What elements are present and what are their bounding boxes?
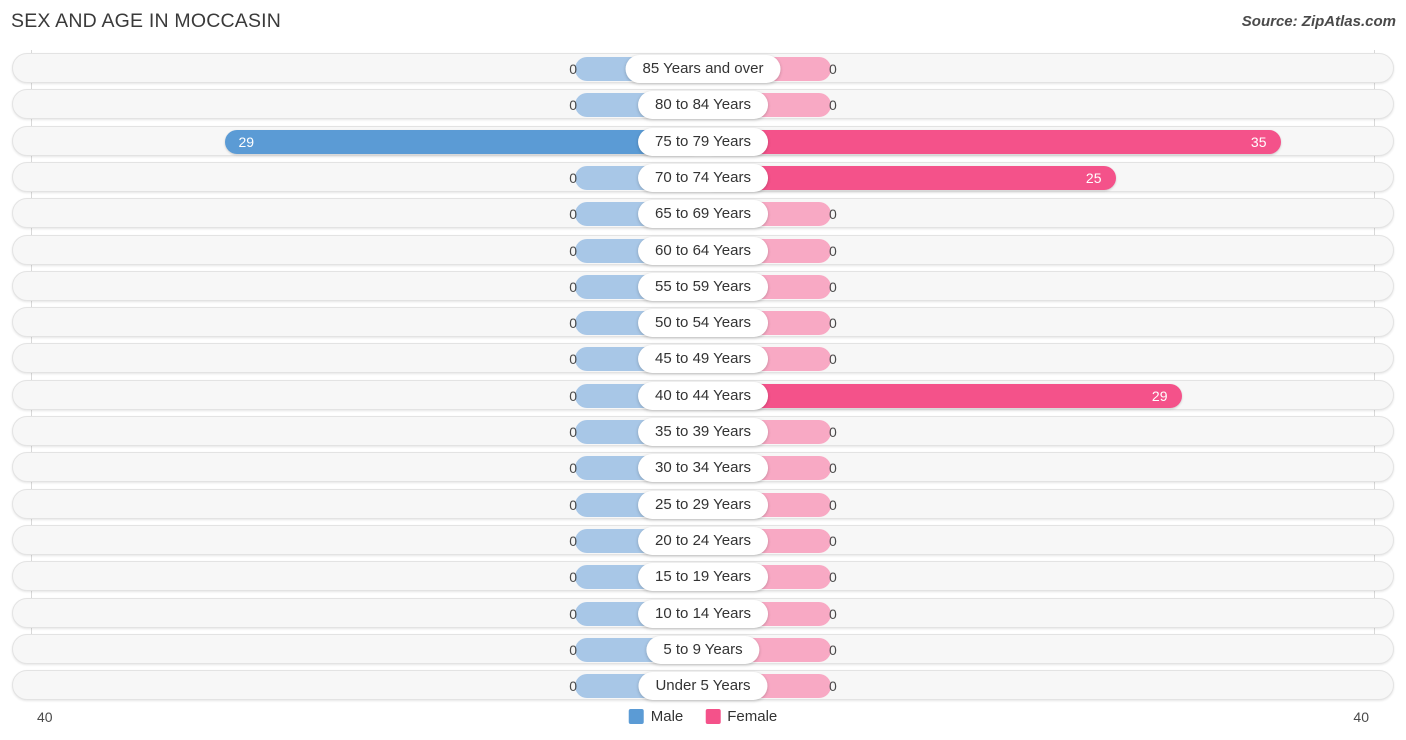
male-bar-value: 0 [569, 641, 577, 658]
female-bar-value: 0 [829, 532, 837, 549]
table-row: 0 0 10 to 14 Years [12, 597, 1394, 628]
male-bar-value: 0 [569, 678, 577, 695]
female-bar-value: 0 [829, 242, 837, 259]
table-row: 0 0 5 to 9 Years [12, 633, 1394, 664]
legend-label-male: Male [650, 708, 684, 725]
table-row: 0 0 Under 5 Years [12, 670, 1394, 701]
age-group-label: 50 to 54 Years [638, 309, 768, 338]
age-group-label: 20 to 24 Years [638, 526, 768, 555]
page-title: SEX AND AGE IN MOCCASIN [11, 10, 282, 32]
male-bar-value: 0 [569, 351, 577, 368]
age-group-label: 65 to 69 Years [638, 200, 768, 229]
legend-item-female[interactable]: Female [705, 708, 777, 725]
female-bar-value: 0 [829, 641, 837, 658]
male-bar-value: 0 [569, 97, 577, 114]
chart-footer: 40 40 Male Female [0, 704, 1406, 740]
male-bar-value: 0 [569, 605, 577, 622]
male-bar-value: 0 [569, 206, 577, 223]
male-color-swatch-icon [628, 709, 644, 724]
table-row: 0 0 15 to 19 Years [12, 561, 1394, 592]
female-bar-value: 0 [829, 496, 837, 513]
age-group-label: 70 to 74 Years [638, 163, 768, 192]
age-group-label: 30 to 34 Years [638, 454, 768, 483]
male-bar-value: 0 [569, 61, 577, 77]
sex-and-age-chart: SEX AND AGE IN MOCCASIN Source: ZipAtlas… [0, 0, 1406, 740]
table-row: 0 0 50 to 54 Years [12, 307, 1394, 338]
table-row: 0 0 60 to 64 Years [12, 234, 1394, 265]
male-bar[interactable]: 29 [224, 129, 703, 154]
female-bar-value: 0 [829, 97, 837, 114]
female-bar-value: 25 [1085, 169, 1102, 186]
legend-label-female: Female [727, 708, 778, 725]
age-group-label: 5 to 9 Years [646, 635, 760, 664]
age-group-label: 75 to 79 Years [638, 127, 768, 156]
male-bar-value: 0 [569, 387, 577, 404]
male-bar-value: 0 [569, 569, 577, 586]
axis-max-right: 40 [1353, 709, 1369, 725]
female-bar-value: 0 [829, 460, 837, 477]
female-bar-value: 29 [1151, 387, 1168, 404]
table-row: 0 0 35 to 39 Years [12, 416, 1394, 446]
male-bar-value: 0 [569, 532, 577, 549]
age-group-label: 60 to 64 Years [638, 236, 768, 265]
female-bar-value: 0 [829, 315, 837, 332]
table-row: 0 0 85 Years and over [12, 53, 1394, 83]
female-bar-value: 0 [829, 351, 837, 368]
female-bar-value: 0 [829, 424, 837, 440]
female-bar-value: 0 [829, 278, 837, 295]
age-group-label: 15 to 19 Years [638, 563, 768, 592]
age-group-label: 80 to 84 Years [638, 91, 768, 120]
female-color-swatch-icon [705, 709, 721, 724]
age-group-label: 25 to 29 Years [638, 490, 768, 519]
female-bar-value: 0 [829, 678, 837, 695]
plot-area: 0 0 85 Years and over 0 0 80 to 84 Years 29 35 7… [0, 50, 1406, 704]
table-row: 0 0 80 to 84 Years [12, 89, 1394, 120]
table-row: 0 0 20 to 24 Years [12, 524, 1394, 555]
table-row: 0 0 65 to 69 Years [12, 198, 1394, 229]
age-group-label: 45 to 49 Years [638, 345, 768, 374]
female-bar-value: 35 [1250, 133, 1267, 150]
age-group-label: 85 Years and over [625, 55, 781, 83]
male-bar-value: 29 [238, 133, 255, 150]
table-row: 25 0 70 to 74 Years [12, 161, 1394, 192]
male-bar-value: 0 [569, 424, 577, 440]
male-bar-value: 0 [569, 460, 577, 477]
age-group-label: Under 5 Years [638, 672, 768, 701]
source-attribution: Source: ZipAtlas.com [1241, 13, 1396, 30]
age-group-label: 55 to 59 Years [638, 272, 768, 301]
female-bar-value: 0 [829, 569, 837, 586]
age-group-label: 40 to 44 Years [638, 381, 768, 410]
table-row: 0 0 55 to 59 Years [12, 270, 1394, 301]
table-row: 29 35 75 to 79 Years [12, 125, 1394, 156]
table-row: 0 0 25 to 29 Years [12, 488, 1394, 519]
age-group-label: 10 to 14 Years [638, 599, 768, 628]
male-bar-value: 0 [569, 242, 577, 259]
female-bar-value: 0 [829, 605, 837, 622]
male-bar-value: 0 [569, 315, 577, 332]
table-row: 0 0 45 to 49 Years [12, 343, 1394, 374]
female-bar-value: 0 [829, 206, 837, 223]
female-bar-value: 0 [829, 61, 837, 77]
age-group-label: 35 to 39 Years [638, 418, 768, 446]
male-bar-value: 0 [569, 278, 577, 295]
chart-legend: Male Female [628, 708, 777, 725]
table-row: 0 0 30 to 34 Years [12, 452, 1394, 483]
male-bar-value: 0 [569, 169, 577, 186]
male-bar-value: 0 [569, 496, 577, 513]
female-bar[interactable]: 35 [703, 129, 1281, 154]
female-bar[interactable]: 29 [703, 383, 1182, 408]
axis-max-left: 40 [37, 709, 53, 725]
legend-item-male[interactable]: Male [628, 708, 684, 725]
table-row: 29 0 40 to 44 Years [12, 379, 1394, 410]
chart-header: SEX AND AGE IN MOCCASIN Source: ZipAtlas… [0, 0, 1406, 46]
